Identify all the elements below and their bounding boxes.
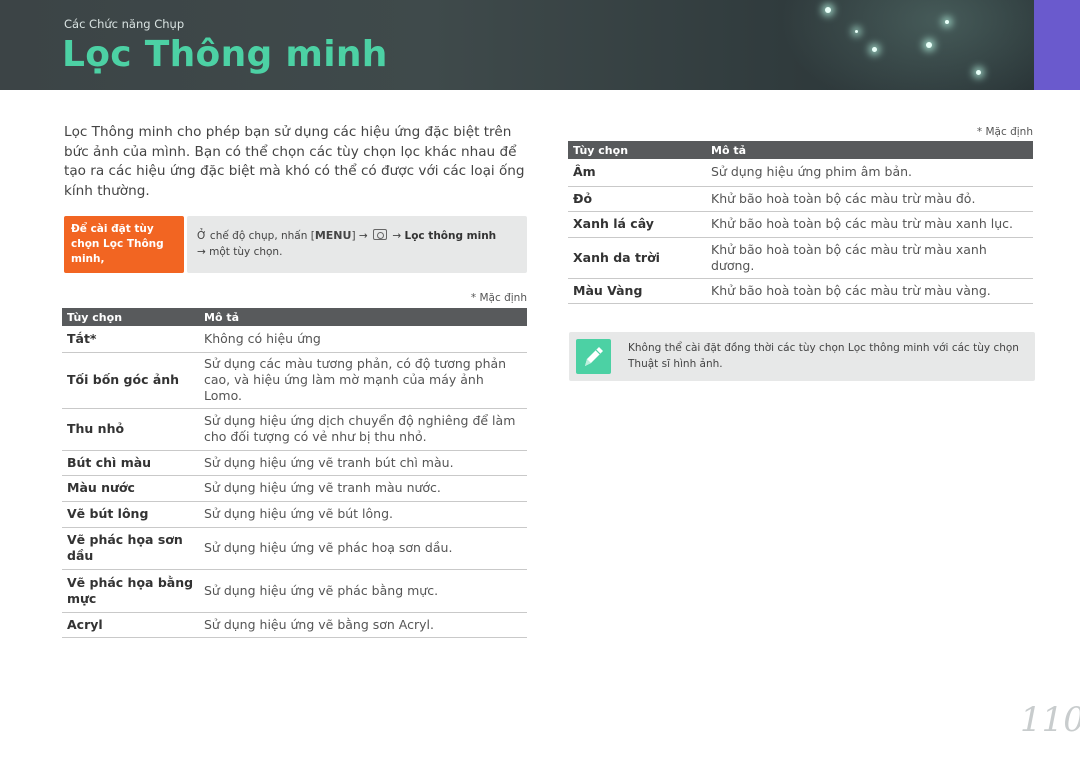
note-box: Không thể cài đặt đồng thời các tùy chọn…	[569, 332, 1035, 381]
option-name: Acryl	[62, 612, 199, 638]
option-name: Xanh da trời	[568, 237, 706, 279]
option-description: Sử dụng các màu tương phản, có độ tương …	[199, 352, 527, 409]
howto-middle: ] →	[351, 230, 372, 242]
option-description: Sử dụng hiệu ứng dịch chuyển độ nghiêng …	[199, 408, 527, 451]
column-header-description: Mô tả	[706, 141, 1033, 159]
column-header-option: Tùy chọn	[62, 308, 199, 326]
options-table-left: Tùy chọn Mô tả Tắt* Không có hiệu ứng Tố…	[62, 308, 527, 638]
table-header-row: Tùy chọn Mô tả	[568, 141, 1033, 159]
table-row: Tắt* Không có hiệu ứng	[62, 326, 527, 353]
option-name: Vẽ phác họa sơn dầu	[62, 527, 199, 570]
intro-paragraph: Lọc Thông minh cho phép bạn sử dụng các …	[64, 124, 525, 199]
sparkle-icon	[976, 70, 981, 75]
page-number: 110	[1020, 700, 1080, 740]
option-name: Màu Vàng	[568, 278, 706, 304]
default-note: * Mặc định	[470, 292, 527, 304]
option-name: Thu nhỏ	[62, 408, 199, 451]
table-row: Màu Vàng Khử bão hoà toàn bộ các màu trừ…	[568, 278, 1033, 304]
option-description: Sử dụng hiệu ứng vẽ bằng sơn Acryl.	[199, 612, 527, 638]
option-description: Sử dụng hiệu ứng vẽ bút lông.	[199, 501, 527, 528]
default-note: * Mặc định	[976, 126, 1033, 138]
table-row: Xanh lá cây Khử bão hoà toàn bộ các màu …	[568, 211, 1033, 238]
table-row: Vẽ bút lông Sử dụng hiệu ứng vẽ bút lông…	[62, 501, 527, 528]
option-description: Khử bão hoà toàn bộ các màu trừ màu đỏ.	[706, 186, 1033, 212]
table-row: Vẽ phác họa bằng mực Sử dụng hiệu ứng vẽ…	[62, 569, 527, 613]
option-name: Tắt*	[62, 326, 199, 353]
option-name: Đỏ	[568, 186, 706, 212]
column-header-description: Mô tả	[199, 308, 527, 326]
option-name: Bút chì màu	[62, 450, 199, 476]
table-row: Đỏ Khử bão hoà toàn bộ các màu trừ màu đ…	[568, 186, 1033, 212]
howto-line2: → một tùy chọn.	[197, 246, 283, 258]
table-row: Màu nước Sử dụng hiệu ứng vẽ tranh màu n…	[62, 475, 527, 502]
table-row: Thu nhỏ Sử dụng hiệu ứng dịch chuyển độ …	[62, 408, 527, 451]
option-name: Vẽ bút lông	[62, 501, 199, 528]
howto-instructions: Ở chế độ chụp, nhấn [MENU] → → Lọc thông…	[187, 216, 527, 273]
howto-arrow: →	[389, 230, 405, 242]
header-banner: Các Chức năng Chụp Lọc Thông minh	[0, 0, 1080, 90]
sparkle-icon	[825, 7, 831, 13]
table-row: Bút chì màu Sử dụng hiệu ứng vẽ tranh bú…	[62, 450, 527, 476]
howto-label: Để cài đặt tùy chọn Lọc Thông minh,	[64, 216, 184, 273]
option-description: Không có hiệu ứng	[199, 326, 527, 353]
sparkle-icon	[855, 30, 858, 33]
menu-key: MENU	[314, 229, 352, 242]
option-description: Sử dụng hiệu ứng phim âm bản.	[706, 159, 1033, 187]
note-text: Không thể cài đặt đồng thời các tùy chọn…	[628, 342, 1019, 370]
section-label: Các Chức năng Chụp	[64, 17, 185, 31]
sparkle-icon	[872, 47, 877, 52]
option-description: Khử bão hoà toàn bộ các màu trừ màu xanh…	[706, 237, 1033, 279]
sparkle-icon	[945, 20, 949, 24]
option-name: Xanh lá cây	[568, 211, 706, 238]
pencil-note-icon	[576, 339, 611, 374]
option-name: Tối bốn góc ảnh	[62, 352, 199, 409]
option-description: Sử dụng hiệu ứng vẽ tranh màu nước.	[199, 475, 527, 502]
option-name: Âm	[568, 159, 706, 187]
page-title: Lọc Thông minh	[62, 34, 388, 75]
table-header-row: Tùy chọn Mô tả	[62, 308, 527, 326]
sparkle-icon	[926, 42, 932, 48]
options-table-right: Tùy chọn Mô tả Âm Sử dụng hiệu ứng phim …	[568, 141, 1033, 304]
table-row: Vẽ phác họa sơn dầu Sử dụng hiệu ứng vẽ …	[62, 527, 527, 570]
column-header-option: Tùy chọn	[568, 141, 706, 159]
table-row: Xanh da trời Khử bão hoà toàn bộ các màu…	[568, 237, 1033, 279]
table-row: Tối bốn góc ảnh Sử dụng các màu tương ph…	[62, 352, 527, 409]
option-description: Sử dụng hiệu ứng vẽ phác bằng mực.	[199, 569, 527, 613]
option-description: Sử dụng hiệu ứng vẽ tranh bút chì màu.	[199, 450, 527, 476]
howto-prefix: Ở chế độ chụp, nhấn [	[197, 230, 315, 242]
option-description: Khử bão hoà toàn bộ các màu trừ màu vàng…	[706, 278, 1033, 304]
table-row: Acryl Sử dụng hiệu ứng vẽ bằng sơn Acryl…	[62, 612, 527, 638]
camera-icon	[373, 229, 388, 240]
header-accent-tab	[1034, 0, 1080, 90]
table-row: Âm Sử dụng hiệu ứng phim âm bản.	[568, 159, 1033, 187]
option-name: Màu nước	[62, 475, 199, 502]
howto-option: Lọc thông minh	[404, 230, 497, 242]
option-description: Sử dụng hiệu ứng vẽ phác hoạ sơn dầu.	[199, 527, 527, 570]
option-description: Khử bão hoà toàn bộ các màu trừ màu xanh…	[706, 211, 1033, 238]
option-name: Vẽ phác họa bằng mực	[62, 569, 199, 613]
